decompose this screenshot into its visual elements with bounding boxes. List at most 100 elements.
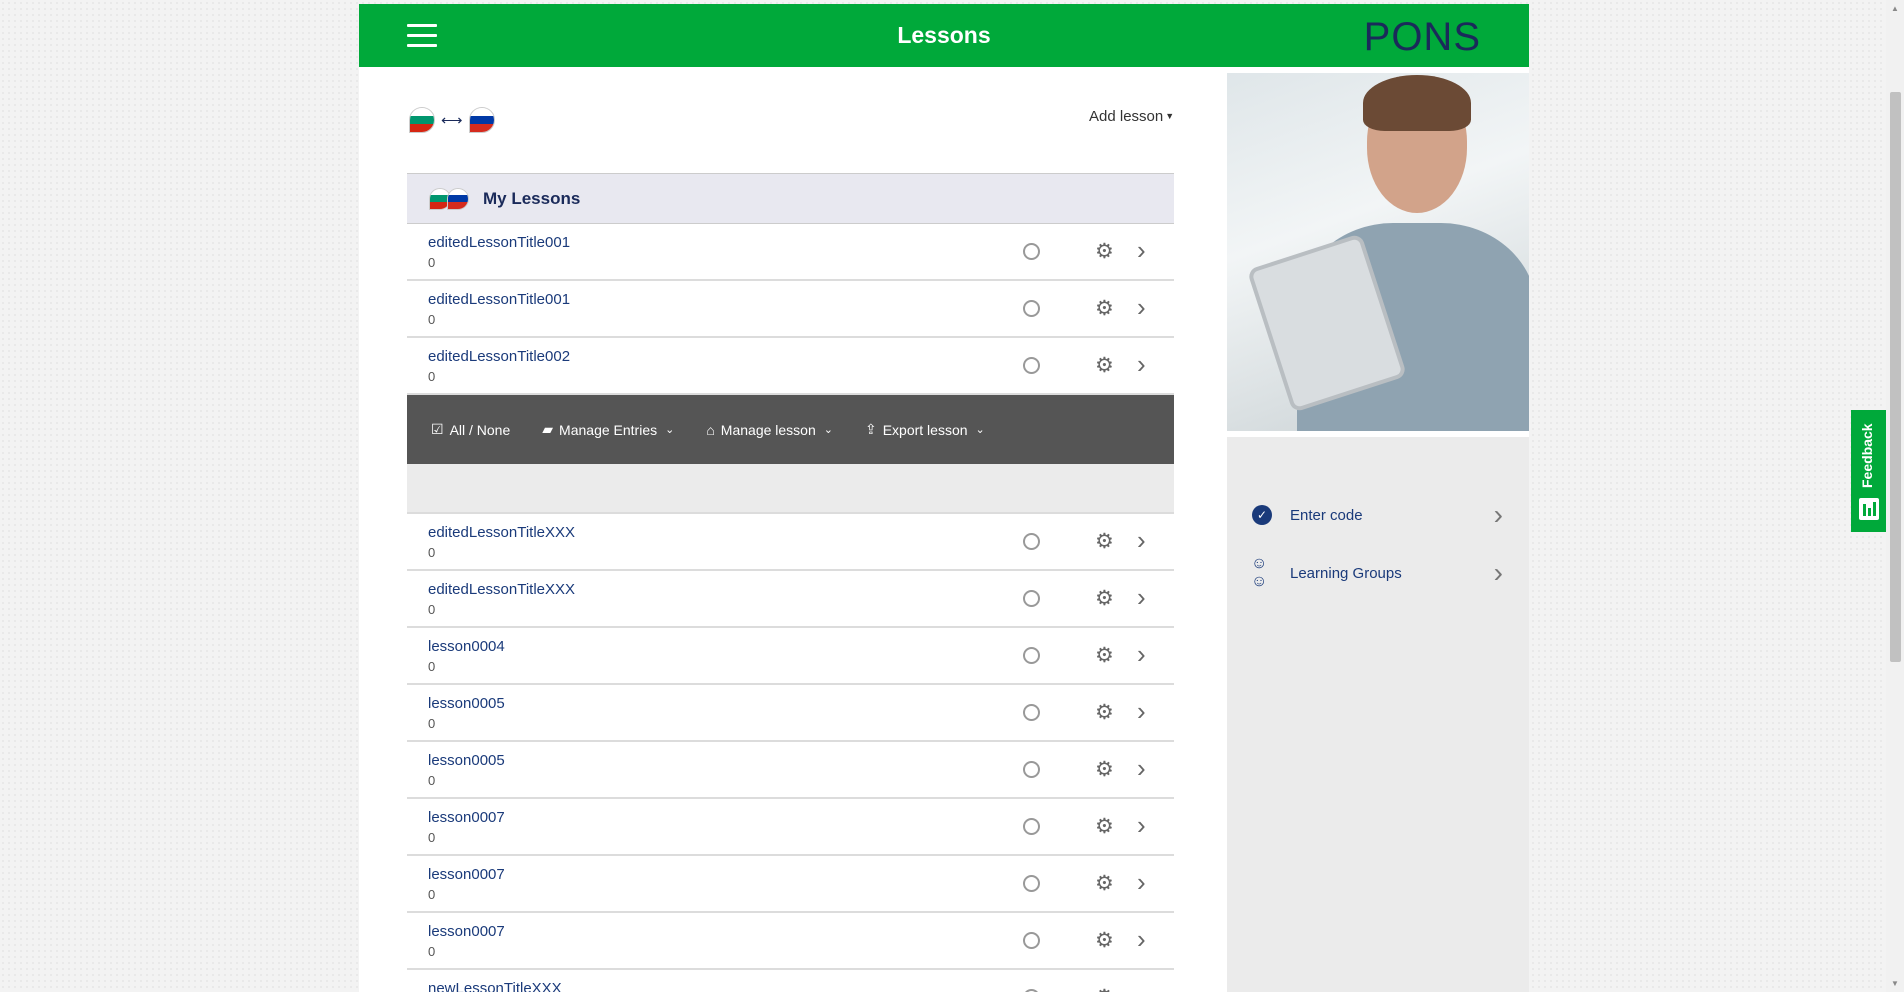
- hero-image: [1227, 73, 1529, 431]
- chevron-right-icon[interactable]: ›: [1137, 696, 1146, 727]
- chevron-right-icon[interactable]: ›: [1137, 753, 1146, 784]
- lesson-title[interactable]: lesson0005: [428, 752, 505, 769]
- lesson-row[interactable]: editedLessonTitle002 0 ⚙ ›: [407, 338, 1174, 395]
- lesson-row[interactable]: editedLessonTitleXXX 0 ⚙ ›: [407, 514, 1174, 571]
- caret-down-icon: ▼: [1165, 111, 1175, 121]
- toolbar-spacer: [407, 464, 1174, 514]
- chevron-right-icon: ›: [1493, 557, 1503, 588]
- lesson-title[interactable]: lesson0007: [428, 923, 505, 940]
- lesson-row[interactable]: editedLessonTitle001 0 ⚙ ›: [407, 281, 1174, 338]
- learning-groups-link[interactable]: ☺☺ Learning Groups ›: [1227, 553, 1529, 593]
- lesson-title[interactable]: lesson0005: [428, 695, 505, 712]
- lesson-title[interactable]: editedLessonTitleXXX: [428, 581, 575, 598]
- feedback-tab[interactable]: Feedback: [1851, 410, 1887, 532]
- russian-flag-icon: [468, 107, 495, 133]
- lesson-row[interactable]: editedLessonTitle001 0 ⚙ ›: [407, 224, 1174, 281]
- lesson-select-radio[interactable]: [1023, 704, 1040, 721]
- chevron-right-icon[interactable]: ›: [1137, 981, 1146, 992]
- lesson-row[interactable]: lesson0005 0 ⚙ ›: [407, 685, 1174, 742]
- page-scrollbar[interactable]: ▲ ▼: [1886, 0, 1904, 992]
- gear-icon[interactable]: ⚙: [1095, 239, 1114, 264]
- gear-icon[interactable]: ⚙: [1095, 296, 1114, 321]
- chevron-down-icon: ⌄: [975, 424, 985, 436]
- lesson-title[interactable]: lesson0007: [428, 809, 505, 826]
- manage-entries-dropdown[interactable]: ▰ Manage Entries ⌄: [542, 421, 674, 438]
- checkbox-icon: ☑: [431, 421, 444, 437]
- select-all-none-button[interactable]: ☑ All / None: [431, 421, 510, 438]
- scroll-down-icon[interactable]: ▼: [1891, 979, 1899, 988]
- lesson-row[interactable]: newLessonTitleXXX ⚙ ›: [407, 970, 1174, 992]
- chevron-down-icon: ⌄: [665, 424, 675, 436]
- lesson-row[interactable]: lesson0007 0 ⚙ ›: [407, 856, 1174, 913]
- gear-icon[interactable]: ⚙: [1095, 757, 1114, 782]
- lesson-entry-count: 0: [428, 255, 436, 270]
- lesson-title[interactable]: editedLessonTitle001: [428, 234, 570, 251]
- language-pair-selector[interactable]: ⟷: [409, 107, 495, 133]
- chevron-down-icon: ⌄: [823, 424, 833, 436]
- lesson-row[interactable]: lesson0005 0 ⚙ ›: [407, 742, 1174, 799]
- lesson-row[interactable]: lesson0007 0 ⚙ ›: [407, 799, 1174, 856]
- gear-icon[interactable]: ⚙: [1095, 814, 1114, 839]
- lesson-title[interactable]: newLessonTitleXXX: [428, 980, 562, 992]
- chevron-right-icon[interactable]: ›: [1137, 349, 1146, 380]
- gear-icon[interactable]: ⚙: [1095, 586, 1114, 611]
- page-title: Lessons: [897, 22, 991, 48]
- lesson-select-radio[interactable]: [1023, 357, 1040, 374]
- manage-lesson-dropdown[interactable]: ⌂ Manage lesson ⌄: [706, 422, 833, 438]
- lesson-entry-count: 0: [428, 369, 436, 384]
- my-lessons-header[interactable]: My Lessons: [407, 173, 1174, 224]
- chevron-right-icon[interactable]: ›: [1137, 525, 1146, 556]
- lesson-select-radio[interactable]: [1023, 300, 1040, 317]
- lesson-title[interactable]: editedLessonTitle002: [428, 348, 570, 365]
- gear-icon[interactable]: ⚙: [1095, 871, 1114, 896]
- section-title: My Lessons: [483, 188, 581, 208]
- lesson-entry-count: 0: [428, 602, 436, 617]
- lesson-select-radio[interactable]: [1023, 761, 1040, 778]
- lesson-title[interactable]: lesson0007: [428, 866, 505, 883]
- lesson-entry-count: 0: [428, 545, 436, 560]
- lesson-title[interactable]: editedLessonTitle001: [428, 291, 570, 308]
- add-lesson-button[interactable]: Add lesson ▼: [1089, 108, 1174, 125]
- gear-icon[interactable]: ⚙: [1095, 700, 1114, 725]
- top-bar: Lessons PONS: [359, 4, 1529, 67]
- lesson-row[interactable]: editedLessonTitleXXX 0 ⚙ ›: [407, 571, 1174, 628]
- gear-icon[interactable]: ⚙: [1095, 643, 1114, 668]
- select-all-none-label: All / None: [449, 421, 511, 438]
- manage-entries-label: Manage Entries: [559, 421, 658, 438]
- lesson-select-radio[interactable]: [1023, 243, 1040, 260]
- chevron-right-icon[interactable]: ›: [1137, 867, 1146, 898]
- lesson-select-radio[interactable]: [1023, 590, 1040, 607]
- pons-logo[interactable]: PONS: [1364, 15, 1481, 60]
- lesson-title[interactable]: lesson0004: [428, 638, 505, 655]
- enter-code-link[interactable]: ✓ Enter code ›: [1227, 495, 1529, 535]
- enter-code-label: Enter code: [1290, 506, 1363, 524]
- chevron-right-icon[interactable]: ›: [1137, 810, 1146, 841]
- lesson-row[interactable]: lesson0007 0 ⚙ ›: [407, 913, 1174, 970]
- lesson-select-radio[interactable]: [1023, 533, 1040, 550]
- manage-lesson-label: Manage lesson: [720, 421, 816, 438]
- chevron-right-icon[interactable]: ›: [1137, 292, 1146, 323]
- gear-icon[interactable]: ⚙: [1095, 928, 1114, 953]
- check-circle-icon: ✓: [1252, 505, 1272, 525]
- lesson-row[interactable]: lesson0004 0 ⚙ ›: [407, 628, 1174, 685]
- lesson-title[interactable]: editedLessonTitleXXX: [428, 524, 575, 541]
- scroll-thumb[interactable]: [1890, 92, 1901, 662]
- chevron-right-icon[interactable]: ›: [1137, 235, 1146, 266]
- scroll-up-icon[interactable]: ▲: [1891, 4, 1899, 13]
- lesson-entry-count: 0: [428, 659, 436, 674]
- learning-groups-label: Learning Groups: [1290, 564, 1402, 582]
- lesson-select-radio[interactable]: [1023, 932, 1040, 949]
- chevron-right-icon[interactable]: ›: [1137, 924, 1146, 955]
- lesson-select-radio[interactable]: [1023, 647, 1040, 664]
- export-lesson-label: Export lesson: [882, 421, 968, 438]
- lesson-select-radio[interactable]: [1023, 875, 1040, 892]
- gear-icon[interactable]: ⚙: [1095, 353, 1114, 378]
- gear-icon[interactable]: ⚙: [1095, 985, 1114, 992]
- chevron-right-icon[interactable]: ›: [1137, 582, 1146, 613]
- gear-icon[interactable]: ⚙: [1095, 529, 1114, 554]
- export-lesson-dropdown[interactable]: ⇪ Export lesson ⌄: [865, 421, 985, 438]
- lesson-select-radio[interactable]: [1023, 818, 1040, 835]
- lesson-entry-count: 0: [428, 312, 436, 327]
- bulk-actions-toolbar: ☑ All / None ▰ Manage Entries ⌄ ⌂ Manage…: [407, 395, 1174, 464]
- chevron-right-icon[interactable]: ›: [1137, 639, 1146, 670]
